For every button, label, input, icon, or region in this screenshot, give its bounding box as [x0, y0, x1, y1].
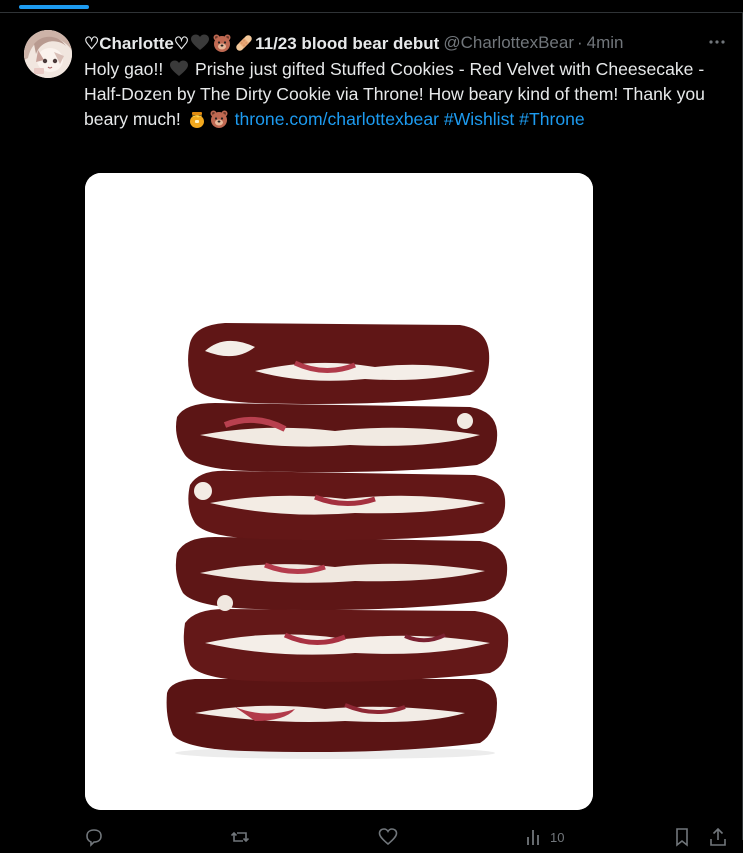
- separator-dot: ·: [576, 33, 583, 52]
- tweet-body: Holy gao!! Prishe just gifted Stuffed Co…: [84, 57, 734, 132]
- bookmark-button[interactable]: [672, 827, 692, 847]
- throne-link[interactable]: throne.com/charlottexbear: [235, 109, 439, 129]
- tweet-actions: 10: [84, 825, 734, 853]
- display-name-prefix: ♡Charlotte♡: [84, 33, 190, 53]
- share-button[interactable]: [708, 827, 728, 847]
- black-heart-icon: [170, 60, 189, 76]
- avatar[interactable]: [24, 30, 72, 78]
- cookie-stack-photo: [85, 173, 593, 810]
- display-name[interactable]: ♡Charlotte♡ 11/23 blood bear debut: [84, 33, 439, 54]
- more-options-icon[interactable]: [706, 31, 728, 53]
- views-count: 10: [550, 829, 565, 845]
- active-tab-indicator: [19, 5, 89, 9]
- honey-pot-icon: [189, 112, 204, 128]
- bear-icon: [213, 34, 231, 52]
- reply-icon: [86, 829, 102, 847]
- retweet-icon: [230, 831, 250, 843]
- reply-button[interactable]: [84, 827, 104, 847]
- retweet-button[interactable]: [230, 827, 250, 847]
- hashtag-throne[interactable]: #Throne: [519, 109, 585, 129]
- like-button[interactable]: [378, 827, 398, 847]
- tweet-header: ♡Charlotte♡ 11/23 blood bear debut @Charl…: [84, 31, 734, 55]
- black-heart-icon: [191, 34, 210, 50]
- bookmark-icon: [676, 828, 688, 847]
- display-name-suffix: 11/23 blood bear debut: [255, 33, 440, 53]
- timestamp[interactable]: 4min: [587, 33, 624, 53]
- bandage-icon: [236, 34, 252, 51]
- share-icon: [710, 827, 726, 846]
- views-button[interactable]: 10: [524, 827, 564, 847]
- tweet[interactable]: ♡Charlotte♡ 11/23 blood bear debut @Charl…: [0, 13, 742, 847]
- heart-icon: [378, 828, 398, 846]
- bear-icon: [210, 110, 228, 128]
- timeline-top-tabs: [0, 0, 743, 13]
- tweet-text-part1: Holy gao!!: [84, 59, 169, 79]
- user-handle[interactable]: @CharlottexBear: [443, 33, 574, 53]
- hashtag-wishlist[interactable]: #Wishlist: [444, 109, 514, 129]
- views-chart-icon: [527, 830, 539, 845]
- tweet-media-image[interactable]: [85, 173, 593, 810]
